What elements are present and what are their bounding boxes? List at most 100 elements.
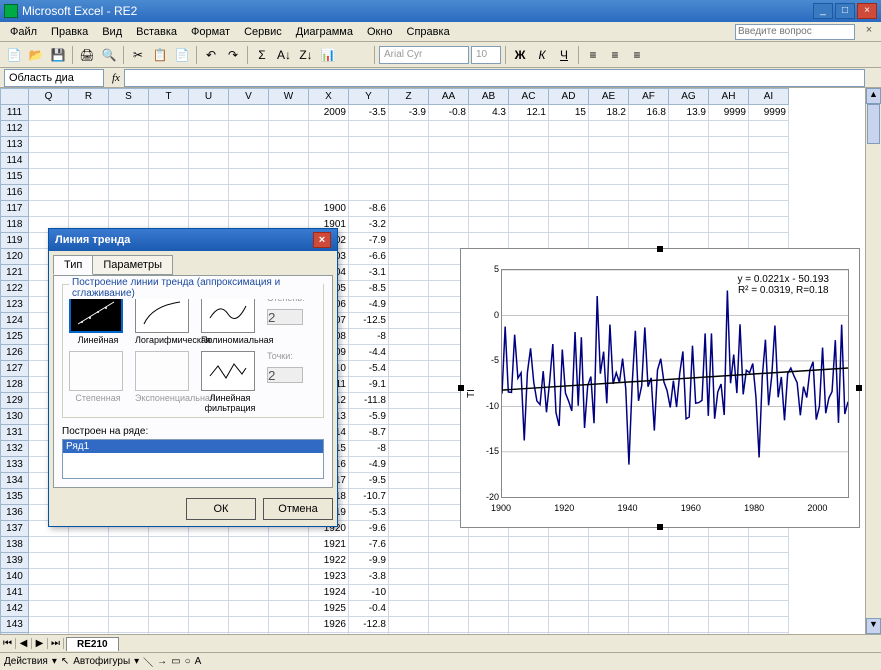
cell[interactable] (389, 153, 429, 169)
row-header[interactable]: 113 (1, 137, 29, 153)
minimize-button[interactable]: _ (813, 3, 833, 19)
cell[interactable] (189, 601, 229, 617)
cell[interactable] (389, 281, 429, 297)
cell[interactable] (469, 233, 509, 249)
cell[interactable] (29, 537, 69, 553)
cell[interactable]: -9.5 (349, 473, 389, 489)
cell[interactable] (29, 601, 69, 617)
sheet-nav-last[interactable]: ⏭ (48, 638, 64, 649)
cell[interactable]: -5.9 (349, 409, 389, 425)
line-icon[interactable]: ＼ (143, 654, 153, 669)
cell[interactable]: 4.3 (469, 105, 509, 121)
cell[interactable] (669, 185, 709, 201)
cell[interactable] (309, 185, 349, 201)
cell[interactable] (709, 617, 749, 633)
cell[interactable] (629, 617, 669, 633)
cell[interactable] (309, 121, 349, 137)
row-header[interactable]: 131 (1, 425, 29, 441)
cell[interactable] (269, 105, 309, 121)
cell[interactable] (389, 361, 429, 377)
series-item[interactable]: Ряд1 (63, 440, 323, 453)
cell[interactable] (109, 105, 149, 121)
col-header[interactable]: AB (469, 89, 509, 105)
row-header[interactable]: 120 (1, 249, 29, 265)
cell[interactable] (29, 553, 69, 569)
cell[interactable] (149, 569, 189, 585)
cell[interactable] (509, 201, 549, 217)
cell[interactable]: -4.9 (349, 297, 389, 313)
col-header[interactable]: U (189, 89, 229, 105)
chart-handle-bottom[interactable] (657, 524, 663, 530)
cell[interactable]: -3.1 (349, 265, 389, 281)
cell[interactable]: -3.5 (349, 105, 389, 121)
cell[interactable] (69, 185, 109, 201)
cell[interactable] (349, 169, 389, 185)
cell[interactable] (389, 185, 429, 201)
cell[interactable] (429, 137, 469, 153)
cell[interactable] (29, 617, 69, 633)
sheet-nav-prev[interactable]: ◀ (16, 638, 32, 649)
tab-type[interactable]: Тип (53, 255, 93, 275)
cell[interactable] (509, 137, 549, 153)
cell[interactable] (229, 185, 269, 201)
cell[interactable] (389, 297, 429, 313)
cell[interactable] (389, 121, 429, 137)
cell[interactable]: 1926 (309, 617, 349, 633)
cell[interactable] (709, 537, 749, 553)
paste-button[interactable]: 📄 (172, 45, 192, 65)
chart-wizard-button[interactable]: 📊 (318, 45, 338, 65)
cell[interactable] (629, 537, 669, 553)
cell[interactable] (109, 121, 149, 137)
cell[interactable]: -8.7 (349, 425, 389, 441)
name-box[interactable] (4, 69, 104, 87)
col-header[interactable]: V (229, 89, 269, 105)
cell[interactable] (549, 217, 589, 233)
cell[interactable] (69, 201, 109, 217)
cell[interactable] (469, 617, 509, 633)
cell[interactable] (589, 169, 629, 185)
arrow-icon[interactable]: → (157, 656, 167, 667)
cell[interactable] (69, 537, 109, 553)
cell[interactable] (709, 169, 749, 185)
cell[interactable] (389, 489, 429, 505)
oval-icon[interactable]: ○ (185, 656, 191, 667)
row-header[interactable]: 134 (1, 473, 29, 489)
cell[interactable] (749, 585, 789, 601)
cell[interactable] (469, 537, 509, 553)
cell[interactable] (669, 601, 709, 617)
col-header[interactable]: AC (509, 89, 549, 105)
cell[interactable] (149, 185, 189, 201)
cell[interactable]: -12.8 (349, 617, 389, 633)
cell[interactable]: 12.1 (509, 105, 549, 121)
cell[interactable] (549, 553, 589, 569)
cell[interactable] (389, 137, 429, 153)
cell[interactable] (629, 185, 669, 201)
cell[interactable] (429, 553, 469, 569)
cell[interactable] (709, 217, 749, 233)
cell[interactable] (149, 201, 189, 217)
menu-tools[interactable]: Сервис (238, 24, 288, 40)
row-header[interactable]: 132 (1, 441, 29, 457)
font-dropdown[interactable]: Arial Cyr (379, 46, 469, 64)
cell[interactable] (549, 201, 589, 217)
cell[interactable] (29, 585, 69, 601)
cell[interactable] (549, 585, 589, 601)
cell[interactable] (29, 105, 69, 121)
row-header[interactable]: 121 (1, 265, 29, 281)
cell[interactable] (389, 233, 429, 249)
cell[interactable] (389, 313, 429, 329)
cell[interactable] (709, 153, 749, 169)
help-search-input[interactable] (735, 24, 855, 40)
italic-button[interactable]: К (532, 45, 552, 65)
cell[interactable] (509, 617, 549, 633)
cell[interactable] (149, 601, 189, 617)
cell[interactable] (269, 553, 309, 569)
fontsize-dropdown[interactable]: 10 (471, 46, 501, 64)
cell[interactable] (29, 569, 69, 585)
cell[interactable] (229, 121, 269, 137)
cell[interactable] (749, 137, 789, 153)
pointer-icon[interactable]: ↖ (61, 656, 69, 667)
cell[interactable] (589, 233, 629, 249)
cell[interactable]: 9999 (749, 105, 789, 121)
cell[interactable] (709, 201, 749, 217)
